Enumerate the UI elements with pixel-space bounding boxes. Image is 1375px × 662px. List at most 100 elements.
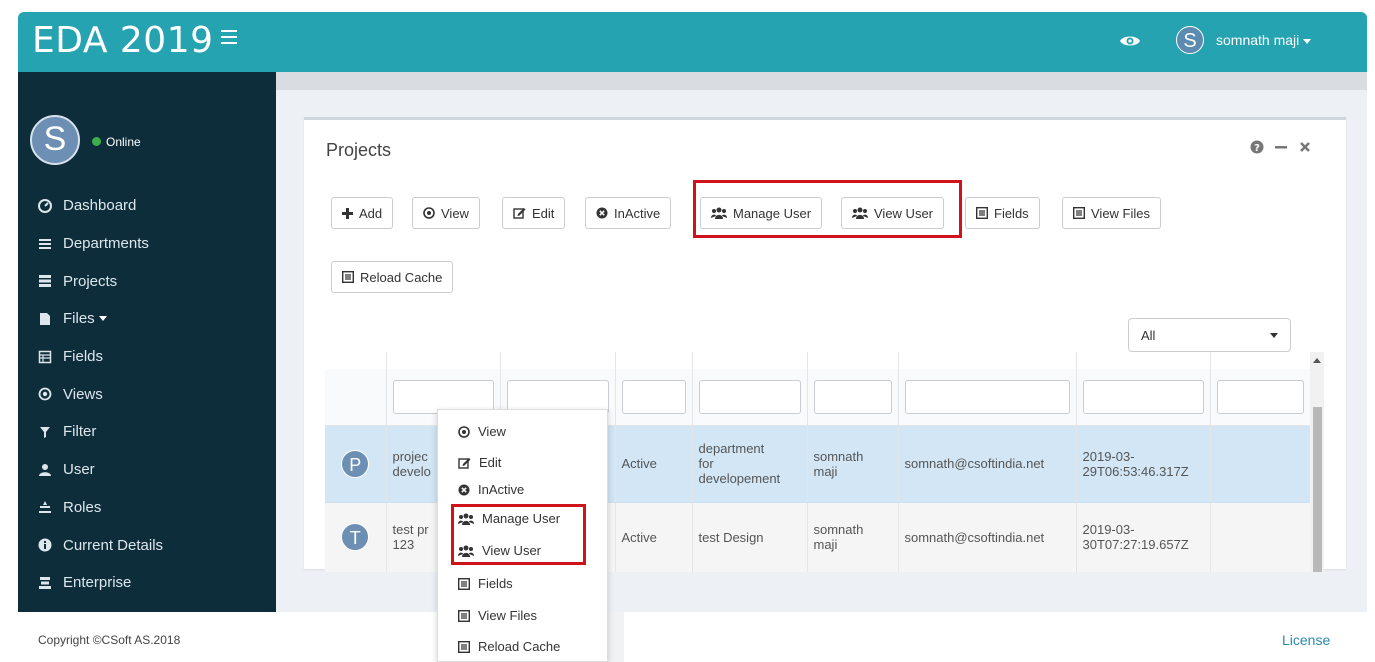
sidebar-item-label: Dashboard	[63, 197, 137, 215]
status-filter-select[interactable]: All	[1128, 318, 1291, 352]
panel-tools: ?	[1250, 140, 1312, 154]
sidebar-item-fields[interactable]: Fields	[38, 338, 163, 376]
fields-button[interactable]: Fields	[965, 197, 1040, 229]
table-icon	[1073, 207, 1085, 219]
row-dept-line: for	[698, 456, 714, 471]
filter-input-owner[interactable]	[813, 379, 892, 414]
sidebar-item-departments[interactable]: Departments	[38, 225, 163, 263]
sidebar-item-dashboard[interactable]: Dashboard	[38, 187, 163, 225]
user-menu-toggle[interactable]: somnath maji	[1216, 32, 1312, 48]
sidebar-item-current-details[interactable]: Current Details	[38, 526, 163, 564]
app-brand[interactable]: EDA 2019	[32, 20, 214, 61]
eye-icon[interactable]	[1118, 29, 1142, 53]
sidebar: S Online Dashboard Departments Projects …	[18, 72, 276, 612]
file-icon	[40, 312, 50, 325]
inactive-button[interactable]: InActive	[585, 197, 672, 229]
grid-scrollbar[interactable]	[1310, 352, 1324, 572]
sidebar-item-label: Projects	[63, 272, 118, 290]
scroll-thumb[interactable]	[1313, 407, 1322, 572]
row-name-line: test pr	[392, 522, 429, 537]
row-email: somnath@csoftindia.net	[898, 425, 1077, 503]
table-icon	[458, 577, 470, 590]
menu-item-view-files[interactable]: View Files	[458, 608, 537, 623]
minimize-icon[interactable]	[1274, 140, 1288, 154]
row-status: Active	[615, 502, 693, 572]
edit-button[interactable]: Edit	[502, 197, 566, 229]
row-date-line: 2019-03-	[1082, 522, 1135, 537]
sidebar-item-label: Enterprise	[63, 574, 132, 592]
row-owner-line: somnath	[813, 448, 864, 464]
sidebar-item-label: Files	[63, 310, 95, 328]
circle-x-icon	[596, 207, 608, 219]
sidebar-item-label: Filter	[63, 423, 97, 441]
view-files-button-label: View Files	[1091, 205, 1151, 221]
row-email: somnath@csoftindia.net	[898, 502, 1077, 572]
menu-item-reload-cache[interactable]: Reload Cache	[458, 639, 560, 654]
highlight-box-toolbar	[693, 180, 962, 238]
help-icon[interactable]: ?	[1250, 140, 1264, 154]
sidebar-item-label: Roles	[63, 498, 102, 516]
caret-down-icon	[1303, 38, 1312, 44]
hamburger-menu-icon[interactable]	[221, 30, 237, 46]
view-files-button[interactable]: View Files	[1062, 197, 1162, 229]
row-owner-line: maji	[813, 463, 838, 479]
dashboard-icon	[38, 198, 52, 213]
footer-copyright: Copyright ©CSoft AS.2018	[38, 633, 181, 647]
edit-button-label: Edit	[532, 205, 555, 221]
sidebar-item-label: Views	[63, 385, 103, 403]
circle-dot-icon	[38, 387, 52, 401]
server-icon	[39, 275, 51, 288]
sidebar-item-filter[interactable]: Filter	[38, 413, 163, 451]
view-button[interactable]: View	[412, 197, 480, 229]
info-icon	[38, 538, 52, 552]
sidebar-item-projects[interactable]: Projects	[38, 262, 163, 300]
scroll-up-arrow-icon[interactable]	[1313, 358, 1321, 363]
license-link[interactable]: License	[1282, 632, 1330, 648]
row-name-line: develo	[392, 463, 431, 479]
edit-icon	[513, 208, 526, 219]
menu-item-fields[interactable]: Fields	[458, 576, 513, 591]
user-avatar[interactable]: S	[1176, 26, 1204, 54]
sidebar-item-label: User	[63, 461, 95, 479]
sidebar-user-panel: S Online	[30, 115, 141, 165]
menu-item-inactive[interactable]: InActive	[458, 482, 524, 497]
add-button[interactable]: Add	[331, 197, 394, 229]
sidebar-item-roles[interactable]: Roles	[38, 489, 163, 527]
highlight-box-menu	[451, 504, 586, 565]
filter-input-email[interactable]	[904, 379, 1070, 414]
filter-input-date[interactable]	[1082, 379, 1204, 414]
circle-x-icon	[458, 484, 470, 495]
menu-item-label: InActive	[478, 482, 525, 497]
roles-icon	[39, 501, 51, 514]
table-icon	[458, 609, 470, 622]
fields-button-label: Fields	[994, 205, 1029, 221]
sidebar-item-user[interactable]: User	[38, 451, 163, 489]
menu-item-label: Edit	[479, 455, 502, 470]
filter-input-department[interactable]	[698, 379, 801, 414]
menu-shadow-strip	[608, 612, 624, 662]
user-icon	[39, 463, 51, 476]
table-icon	[342, 271, 354, 283]
menu-item-label: Reload Cache	[478, 639, 561, 654]
sidebar-item-label: Current Details	[63, 536, 164, 554]
filter-input-extra[interactable]	[1216, 379, 1304, 414]
reload-cache-button-label: Reload Cache	[360, 269, 443, 285]
row-owner-line: somnath	[813, 522, 864, 537]
sidebar-item-enterprise[interactable]: Enterprise	[38, 564, 163, 602]
reload-cache-button[interactable]: Reload Cache	[331, 261, 454, 293]
enterprise-icon	[39, 576, 51, 589]
menu-item-edit[interactable]: Edit	[458, 455, 501, 470]
list-icon	[39, 238, 51, 249]
row-avatar: P	[341, 449, 370, 478]
close-icon[interactable]	[1298, 140, 1312, 154]
sidebar-item-views[interactable]: Views	[38, 375, 163, 413]
row-date-line: 29T06:53:46.317Z	[1082, 463, 1189, 479]
menu-item-view[interactable]: View	[458, 424, 506, 439]
filter-input-status[interactable]	[621, 379, 686, 414]
circle-dot-icon	[458, 425, 470, 438]
plus-icon	[342, 207, 353, 219]
status-label: Online	[106, 135, 141, 149]
sidebar-item-files[interactable]: Files	[38, 300, 163, 338]
row-dept-line: developement	[698, 471, 781, 486]
row-status: Active	[615, 425, 693, 503]
